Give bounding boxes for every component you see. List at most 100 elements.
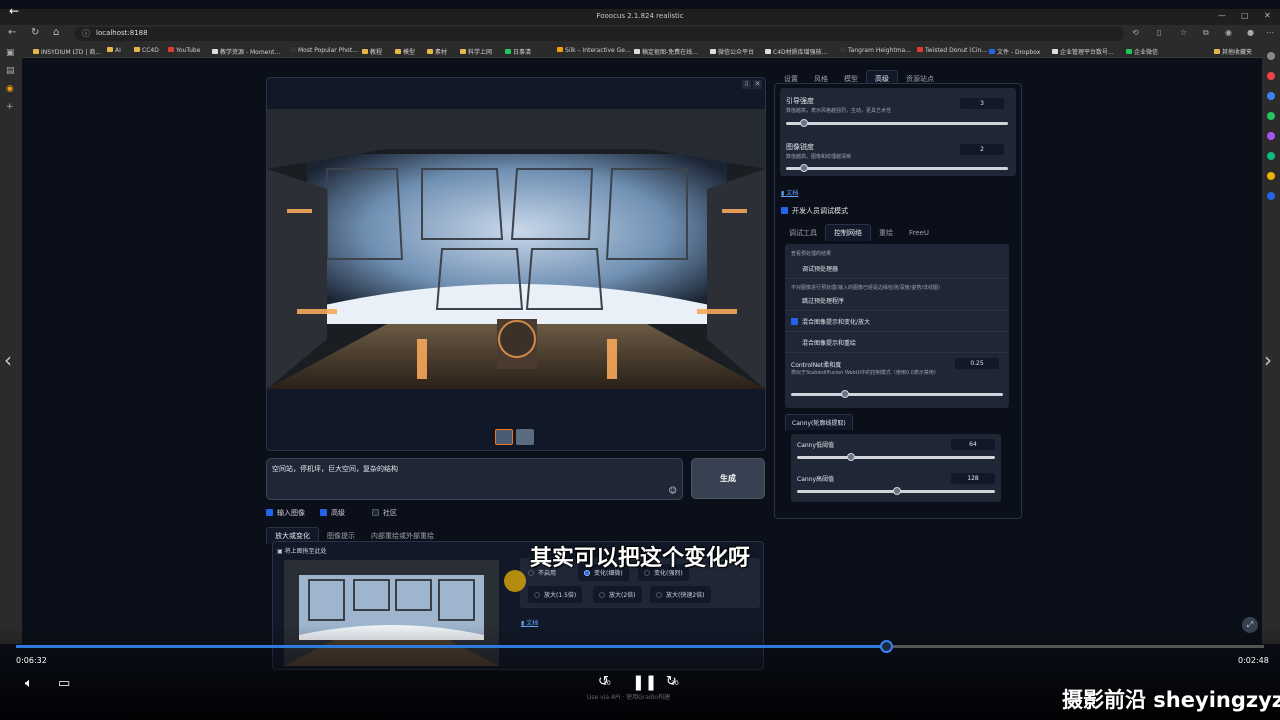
mix-prompt-inpaint-checkbox[interactable]: 混合图像提示和重绘 <box>791 338 856 347</box>
bookmark-6[interactable]: 教程 <box>362 47 382 56</box>
guidance-slider-knob[interactable] <box>800 119 808 127</box>
canny-low-input[interactable]: 64 <box>951 439 995 450</box>
bookmark-13[interactable]: 微信公众平台 <box>710 47 754 56</box>
softness-slider[interactable] <box>791 390 1003 398</box>
home-icon[interactable]: ⌂ <box>53 27 59 38</box>
bookmark-18[interactable]: 企业管理平台数号... <box>1052 47 1114 56</box>
volume-icon[interactable]: 🔈︎ <box>25 676 33 691</box>
bookmark-0[interactable]: INSYDIUM LTD | 商... <box>33 47 101 56</box>
search-icon[interactable] <box>1267 52 1275 60</box>
fooocus-tab-icon[interactable]: ◉ <box>6 84 14 94</box>
bookmark-16[interactable]: Twisted Donut (Cin... <box>917 47 987 54</box>
guidance-value-input[interactable]: 3 <box>960 98 1004 109</box>
new-tab-icon[interactable]: + <box>6 102 14 112</box>
debug-preprocessor-checkbox[interactable]: 调试预处理器 <box>791 264 838 273</box>
generated-image[interactable] <box>267 109 765 389</box>
copilot-icon[interactable]: ◉ <box>1225 28 1232 37</box>
bookmark-2[interactable]: CC4D <box>134 47 159 54</box>
close-icon[interactable]: ✕ <box>753 80 762 89</box>
bookmark-5[interactable]: Most Popular Phot... <box>290 47 358 54</box>
bookmark-1[interactable]: AI <box>107 47 121 54</box>
sharpness-slider-knob[interactable] <box>800 164 808 172</box>
bookmark-10[interactable]: 日事清 <box>505 47 531 56</box>
bookmark-20[interactable]: 其他收藏夹 <box>1214 47 1252 56</box>
bookmark-9[interactable]: 科学上网 <box>460 47 492 56</box>
bookmark-19[interactable]: 企业微信 <box>1126 47 1158 56</box>
bing-icon[interactable] <box>1267 192 1275 200</box>
dev-mode-checkbox[interactable]: 开发人员调试模式 <box>781 206 848 216</box>
minimize-icon[interactable]: — <box>1218 11 1226 20</box>
doc-link[interactable]: ▮ 文档 <box>781 188 798 197</box>
thumbnail-2[interactable] <box>516 429 534 445</box>
canny-high-slider[interactable] <box>797 487 995 495</box>
chrome-icon[interactable] <box>1267 172 1275 180</box>
video-progress-knob[interactable] <box>879 640 893 653</box>
bookmark-12[interactable]: 稿定抠图-免费在线... <box>634 47 698 56</box>
radio-upscale-2x[interactable]: 放大(2倍) <box>593 586 642 603</box>
mix-prompt-vary-checkbox[interactable]: 混合图像提示和变化/放大 <box>791 317 870 326</box>
skip-back-icon[interactable]: ↺ 10 <box>598 674 611 689</box>
back-icon[interactable]: ← <box>8 27 16 38</box>
sharpness-value-input[interactable]: 2 <box>960 144 1004 155</box>
extension-icon[interactable]: ⟲ <box>1132 28 1139 37</box>
input-image-checkbox[interactable]: 输入图像 <box>266 508 305 518</box>
tab-canny[interactable]: Canny(轮廓线提取) <box>785 414 853 430</box>
games-icon[interactable] <box>1267 132 1275 140</box>
bookmark-11[interactable]: Silk – Interactive Ge... <box>557 47 631 54</box>
close-window-icon[interactable]: ✕ <box>1264 11 1271 20</box>
address-bar[interactable]: ⓘ localhost:8188 <box>74 27 1124 41</box>
radio-upscale-fast-2x[interactable]: 放大(快速2倍) <box>650 586 711 603</box>
maximize-icon[interactable]: ▢ <box>1241 11 1249 20</box>
video-progress-bar[interactable] <box>16 640 1264 653</box>
emoji-icon[interactable]: ☺ <box>669 486 677 495</box>
tab-freeu[interactable]: FreeU <box>901 226 937 240</box>
bookmark-14[interactable]: C4D材质库增强核... <box>765 47 827 56</box>
bookmark-3[interactable]: YouTube <box>168 47 200 54</box>
office-icon[interactable] <box>1267 152 1275 160</box>
next-video-icon[interactable]: › <box>1264 348 1272 372</box>
previous-video-icon[interactable]: ‹ <box>4 348 12 372</box>
canny-low-label: Canny低阈值 <box>797 442 835 449</box>
canny-low-slider[interactable] <box>797 453 995 461</box>
favorites-icon[interactable]: ☆ <box>1180 28 1187 37</box>
overlay-back-arrow-icon[interactable]: ← <box>9 4 19 18</box>
canny-high-slider-knob[interactable] <box>893 487 901 495</box>
softness-slider-knob[interactable] <box>841 390 849 398</box>
sharpness-desc: 数值越高，图像和纹理越清晰 <box>786 154 852 160</box>
canny-low-slider-knob[interactable] <box>847 453 855 461</box>
radio-upscale-1-5x[interactable]: 放大(1.5倍) <box>528 586 583 603</box>
reload-icon[interactable]: ↻ <box>31 27 39 38</box>
split-screen-icon[interactable]: ▯ <box>1157 28 1161 37</box>
community-checkbox[interactable]: 社区 <box>372 508 397 518</box>
bookmark-15[interactable]: Tangram Heightma... <box>840 47 911 54</box>
shopping-icon[interactable] <box>1267 72 1275 80</box>
download-icon[interactable]: ⇩ <box>742 80 751 89</box>
profile-avatar-icon[interactable]: ● <box>1247 28 1254 37</box>
skip-preprocessor-checkbox[interactable]: 跳过预处理程序 <box>791 296 844 305</box>
page-icon[interactable]: ▤ <box>6 66 15 76</box>
generate-button[interactable]: 生成 <box>691 458 765 499</box>
guidance-slider[interactable] <box>786 119 1008 127</box>
tab-icon[interactable]: ▣ <box>6 48 15 58</box>
outlook-icon[interactable] <box>1267 112 1275 120</box>
bookmark-8[interactable]: 素材 <box>427 47 447 56</box>
softness-value-input[interactable]: 0.25 <box>955 358 999 369</box>
sharpness-slider[interactable] <box>786 164 1008 172</box>
tools-icon[interactable] <box>1267 92 1275 100</box>
collections-icon[interactable]: ⧉ <box>1203 28 1209 38</box>
captions-icon[interactable]: ▭ <box>58 676 70 691</box>
tab-debug-tools[interactable]: 调试工具 <box>781 225 825 241</box>
cursor-highlight <box>504 570 526 592</box>
thumbnail-1[interactable] <box>495 429 513 445</box>
more-menu-icon[interactable]: ⋯ <box>1266 28 1274 37</box>
skip-forward-icon[interactable]: ↻ 30 <box>666 674 679 689</box>
advanced-checkbox[interactable]: 高级 <box>320 508 345 518</box>
pause-icon[interactable]: ❚❚ <box>632 673 657 691</box>
tab-controlnet[interactable]: 控制网络 <box>825 224 871 241</box>
canny-high-input[interactable]: 128 <box>951 473 995 484</box>
prompt-input[interactable]: 空间站，停机坪，巨大空间，复杂的结构 ☺ <box>266 458 683 500</box>
bookmark-17[interactable]: 文件 - Dropbox <box>989 47 1040 56</box>
bookmark-7[interactable]: 模型 <box>395 47 415 56</box>
bookmark-4[interactable]: 教学资源 - Moment... <box>212 47 280 56</box>
tab-inpaint[interactable]: 重绘 <box>871 225 901 241</box>
